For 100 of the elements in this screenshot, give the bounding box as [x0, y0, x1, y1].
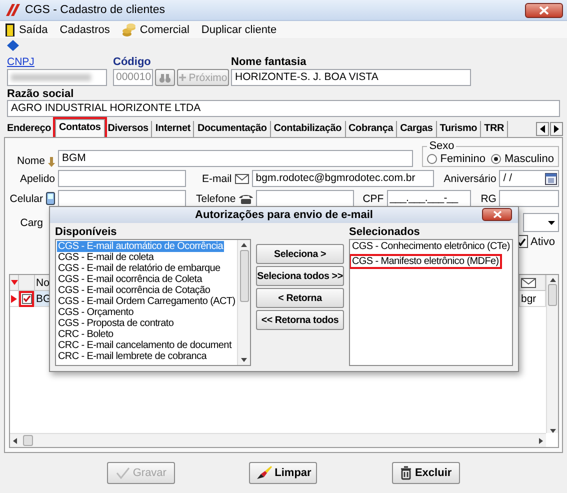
- scroll-thumb[interactable]: [240, 250, 248, 302]
- cnpj-field[interactable]: [7, 69, 107, 86]
- rg-field[interactable]: [499, 190, 559, 207]
- aniversario-label: Aniversário: [444, 172, 496, 184]
- nome-label: Nome: [16, 155, 45, 167]
- list-item[interactable]: CGS - Orçamento: [57, 307, 135, 318]
- radio-option[interactable]: Masculino: [491, 152, 554, 164]
- cellphone-icon: [46, 192, 55, 205]
- close-icon: [539, 6, 549, 14]
- list-item[interactable]: CRC - E-mail cancelamento de document: [57, 340, 232, 351]
- transfer-button[interactable]: Seleciona >: [256, 244, 344, 264]
- nome-field[interactable]: BGM: [58, 150, 414, 167]
- nome-fantasia-label: Nome fantasia: [231, 56, 308, 68]
- check-icon: [116, 467, 130, 479]
- brush-icon: [256, 466, 272, 480]
- close-button[interactable]: [482, 208, 512, 221]
- menu-item[interactable]: Saída: [5, 22, 48, 36]
- tab[interactable]: Contatos: [54, 119, 105, 137]
- list-item[interactable]: CRC - Boleto: [57, 329, 114, 340]
- telefone-field[interactable]: [256, 190, 354, 207]
- cargo-label: Carg: [19, 216, 43, 228]
- row-pointer-icon: [11, 294, 17, 302]
- chosen-list[interactable]: CGS - Conhecimento eletrônico (CTe) CGS - Manifesto eletrônico (MDFe): [349, 239, 513, 366]
- radio-option[interactable]: Feminino: [427, 152, 486, 164]
- check-icon: [22, 295, 30, 302]
- scroll-up-icon: [550, 278, 556, 282]
- list-item[interactable]: CGS - E-mail ocorrência de Coleta: [57, 274, 204, 285]
- cargo-dropdown[interactable]: [523, 213, 559, 232]
- menu-item[interactable]: Duplicar cliente: [201, 24, 277, 36]
- sexo-label: Sexo: [428, 140, 456, 152]
- calendar-icon: [545, 172, 557, 184]
- email-field[interactable]: bgm.rodotec@bgmrodotec.com.br: [252, 170, 434, 187]
- celular-label: Celular: [9, 192, 43, 204]
- sort-indicator-icon: [11, 280, 18, 285]
- list-item[interactable]: CGS - E-mail de coleta: [57, 252, 155, 263]
- scroll-up-icon: [241, 243, 247, 247]
- envelope-icon: [234, 174, 249, 184]
- list-item[interactable]: CGS - E-mail de relatório de embarque: [57, 263, 222, 274]
- razao-social-label: Razão social: [7, 88, 75, 100]
- window-title: CGS - Cadastro de clientes: [25, 4, 165, 16]
- cpf-field[interactable]: ___.___.___-__: [386, 190, 471, 207]
- rg-label: RG: [480, 192, 496, 204]
- razao-social-field[interactable]: AGRO INDUSTRIAL HORIZONTE LTDA: [7, 100, 560, 117]
- left-arrow-icon: [540, 125, 545, 133]
- available-list[interactable]: [55, 239, 251, 366]
- row-header[interactable]: [10, 291, 19, 307]
- cnpj-link[interactable]: CNPJ: [7, 56, 107, 68]
- scroll-left-button[interactable]: [536, 122, 549, 136]
- codigo-label: Código: [113, 56, 152, 68]
- envelope-icon: [521, 278, 536, 288]
- available-label: Disponíveis: [55, 226, 118, 238]
- scroll-thumb[interactable]: [548, 284, 557, 306]
- scroll-thumb[interactable]: [23, 435, 33, 446]
- list-item[interactable]: CGS - Proposta de contrato: [57, 318, 175, 329]
- telefone-label: Telefone: [196, 192, 236, 204]
- action-button[interactable]: Excluir: [392, 462, 460, 484]
- coins-icon: [122, 22, 136, 36]
- date-field[interactable]: / /: [499, 170, 559, 187]
- menu-item[interactable]: Cadastros: [60, 24, 110, 36]
- nome-fantasia-field[interactable]: HORIZONTE-S. J. BOA VISTA: [231, 69, 471, 86]
- email-label: E-mail: [202, 172, 232, 184]
- binoculars-icon: [159, 72, 171, 82]
- codigo-field: 000010: [113, 69, 153, 86]
- horizontal-scrollbar[interactable]: [10, 433, 546, 447]
- diamond-icon: [7, 40, 19, 51]
- menu-item[interactable]: Comercial: [122, 22, 190, 36]
- celular-field[interactable]: [58, 190, 186, 207]
- close-icon: [492, 211, 502, 218]
- list-scrollbar[interactable]: [237, 240, 250, 365]
- close-button[interactable]: [525, 2, 563, 18]
- list-item[interactable]: CGS - Manifesto eletrônico (MDFe): [351, 256, 500, 267]
- column-header[interactable]: [520, 275, 546, 291]
- transfer-button[interactable]: << Retorna todos: [256, 310, 344, 330]
- scroll-left-icon: [13, 438, 17, 444]
- list-item[interactable]: CGS - Conhecimento eletrônico (CTe): [351, 241, 511, 252]
- telephone-icon: [238, 194, 253, 204]
- search-button[interactable]: [155, 69, 175, 86]
- vertical-scrollbar[interactable]: [546, 275, 558, 433]
- sort-down-icon: [48, 157, 55, 167]
- action-button[interactable]: Limpar: [249, 462, 318, 484]
- scroll-down-icon: [550, 429, 556, 433]
- scroll-down-icon: [241, 358, 247, 362]
- door-icon: [5, 22, 15, 36]
- plus-icon: [178, 74, 186, 81]
- cpf-label: CPF: [362, 192, 384, 204]
- scroll-right-button[interactable]: [550, 122, 563, 136]
- chosen-label: Selecionados: [349, 226, 421, 238]
- list-item[interactable]: CRC - E-mail lembrete de cobranca: [57, 351, 208, 362]
- trash-icon: [400, 466, 412, 480]
- list-item[interactable]: CGS - E-mail Ordem Carregamento (ACT): [57, 296, 236, 307]
- dropdown-arrow-icon: [548, 220, 555, 224]
- logo-icon: [4, 3, 20, 17]
- column-header[interactable]: [10, 275, 19, 291]
- right-arrow-icon: [554, 125, 559, 133]
- scroll-right-icon: [539, 438, 543, 444]
- apelido-field[interactable]: [58, 170, 186, 187]
- transfer-button[interactable]: < Retorna: [256, 288, 344, 308]
- dialog-title: Autorizações para envio de e-mail: [195, 209, 373, 221]
- transfer-button[interactable]: Seleciona todos >>: [256, 266, 344, 286]
- table-cell: bgr: [520, 291, 546, 307]
